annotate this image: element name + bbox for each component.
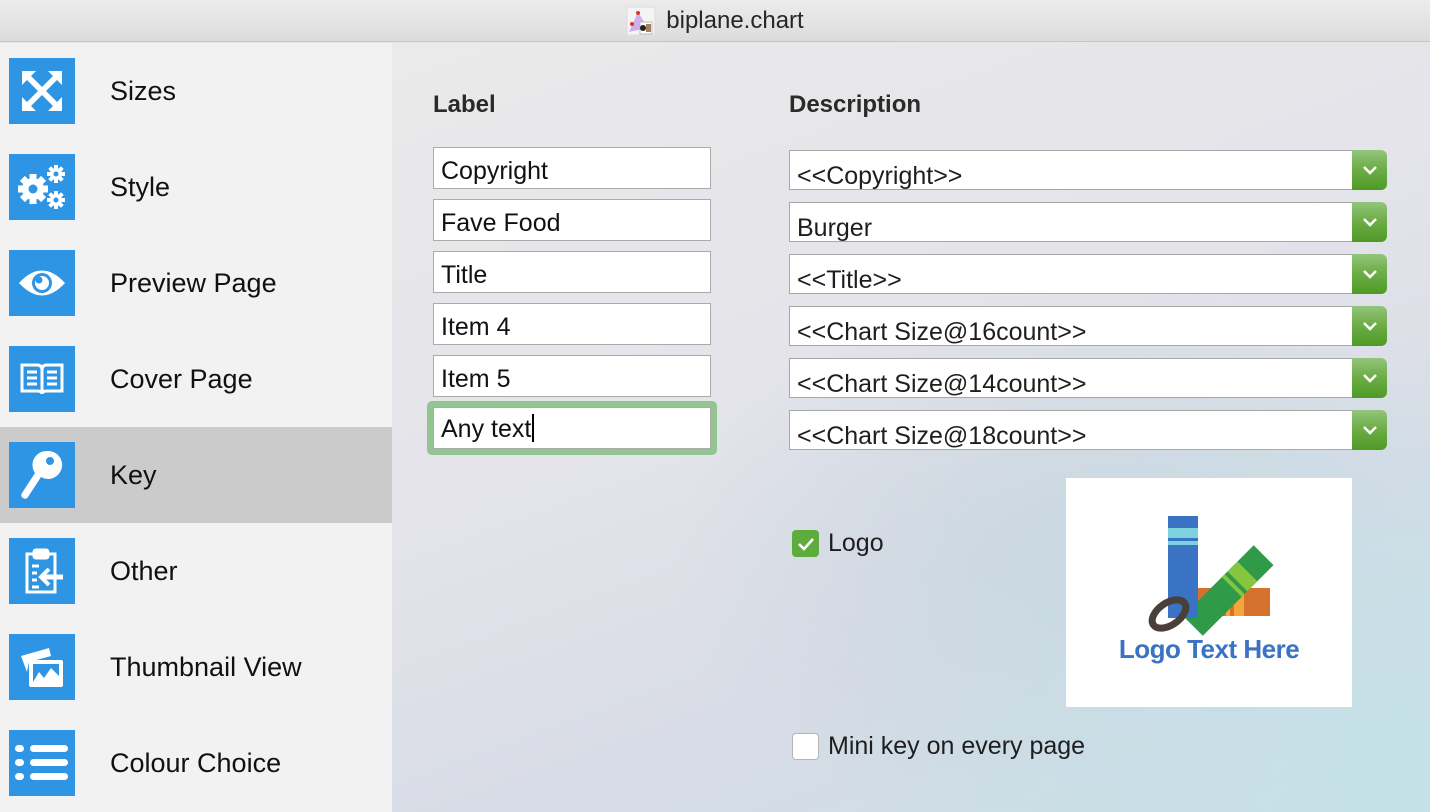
dropdown-button[interactable] — [1352, 150, 1387, 190]
sidebar-item-label: Key — [110, 459, 157, 490]
sidebar-item-label: Other — [110, 555, 178, 586]
chevron-down-icon — [1362, 166, 1377, 175]
mini-key-checkbox[interactable] — [792, 733, 819, 760]
sidebar-item-key[interactable]: Key — [0, 427, 392, 523]
open-book-icon — [9, 346, 75, 412]
sidebar-item-label: Thumbnail View — [110, 651, 302, 682]
key-settings-panel: Label Description Any text <<Copyright>>… — [392, 43, 1430, 812]
chevron-down-icon — [1362, 426, 1377, 435]
logo-text: Logo Text Here — [1118, 634, 1300, 664]
window-title: biplane.chart — [666, 6, 804, 34]
description-combo-1[interactable]: <<Copyright>> — [789, 150, 1387, 190]
logo-preview[interactable]: Logo Text Here — [1066, 478, 1352, 707]
sidebar-item-label: Sizes — [110, 75, 177, 106]
description-combo-4[interactable]: <<Chart Size@16count>> — [789, 306, 1387, 346]
description-combo-6[interactable]: <<Chart Size@18count>> — [789, 410, 1387, 450]
description-field[interactable]: <<Chart Size@16count>> — [789, 306, 1352, 346]
dropdown-button[interactable] — [1352, 410, 1387, 450]
logo-graphic — [1148, 516, 1274, 636]
title-bar: biplane.chart — [0, 0, 1430, 42]
description-field[interactable]: <<Title>> — [789, 254, 1352, 294]
dropdown-button[interactable] — [1352, 358, 1387, 398]
sidebar-item-style[interactable]: Style — [0, 139, 392, 235]
logo-checkbox-label: Logo — [828, 529, 884, 557]
label-input-2[interactable] — [433, 199, 711, 241]
description-column-header: Description — [789, 91, 922, 118]
sidebar-item-preview-page[interactable]: Preview Page — [0, 235, 392, 331]
logo-checkbox[interactable] — [792, 530, 819, 557]
clipboard-import-icon — [9, 538, 75, 604]
sidebar-item-label: Style — [110, 171, 171, 202]
description-combo-3[interactable]: <<Title>> — [789, 254, 1387, 294]
dropdown-button[interactable] — [1352, 254, 1387, 294]
description-combo-2[interactable]: Burger — [789, 202, 1387, 242]
sidebar-item-label: Colour Choice — [110, 747, 282, 778]
key-icon — [9, 442, 75, 508]
sidebar-item-cover-page[interactable]: Cover Page — [0, 331, 392, 427]
chart-document-icon — [626, 6, 656, 36]
label-input-4[interactable] — [433, 303, 711, 345]
dropdown-button[interactable] — [1352, 202, 1387, 242]
label-input-6-value: Any text — [441, 415, 532, 443]
label-column-header: Label — [433, 91, 496, 118]
description-field[interactable]: <<Chart Size@14count>> — [789, 358, 1352, 398]
label-input-6[interactable]: Any text — [433, 407, 711, 449]
label-input-1[interactable] — [433, 147, 711, 189]
chevron-down-icon — [1362, 374, 1377, 383]
sidebar-item-label: Preview Page — [110, 267, 277, 298]
expand-arrows-icon — [9, 58, 75, 124]
chevron-down-icon — [1362, 322, 1377, 331]
description-field[interactable]: Burger — [789, 202, 1352, 242]
dropdown-button[interactable] — [1352, 306, 1387, 346]
sidebar-item-colour-choice[interactable]: Colour Choice — [0, 715, 392, 811]
mini-key-checkbox-label: Mini key on every page — [828, 732, 1086, 760]
text-caret — [532, 414, 535, 442]
list-icon — [9, 730, 75, 796]
description-field[interactable]: <<Chart Size@18count>> — [789, 410, 1352, 450]
checkmark-icon — [797, 537, 814, 551]
label-input-3[interactable] — [433, 251, 711, 293]
sidebar-item-other[interactable]: Other — [0, 523, 392, 619]
description-combo-5[interactable]: <<Chart Size@14count>> — [789, 358, 1387, 398]
label-input-5[interactable] — [433, 355, 711, 397]
eye-icon — [9, 250, 75, 316]
sidebar-item-label: Cover Page — [110, 363, 253, 394]
chevron-down-icon — [1362, 270, 1377, 279]
photos-icon — [9, 634, 75, 700]
sidebar-item-thumbnail-view[interactable]: Thumbnail View — [0, 619, 392, 715]
description-field[interactable]: <<Copyright>> — [789, 150, 1352, 190]
logo-checkbox-row[interactable]: Logo — [792, 529, 884, 558]
sidebar-item-sizes[interactable]: Sizes — [0, 43, 392, 139]
chevron-down-icon — [1362, 218, 1377, 227]
gears-icon — [9, 154, 75, 220]
sidebar: Sizes Style Preview Page Cover Page Key … — [0, 43, 392, 812]
mini-key-checkbox-row[interactable]: Mini key on every page — [792, 732, 1085, 761]
